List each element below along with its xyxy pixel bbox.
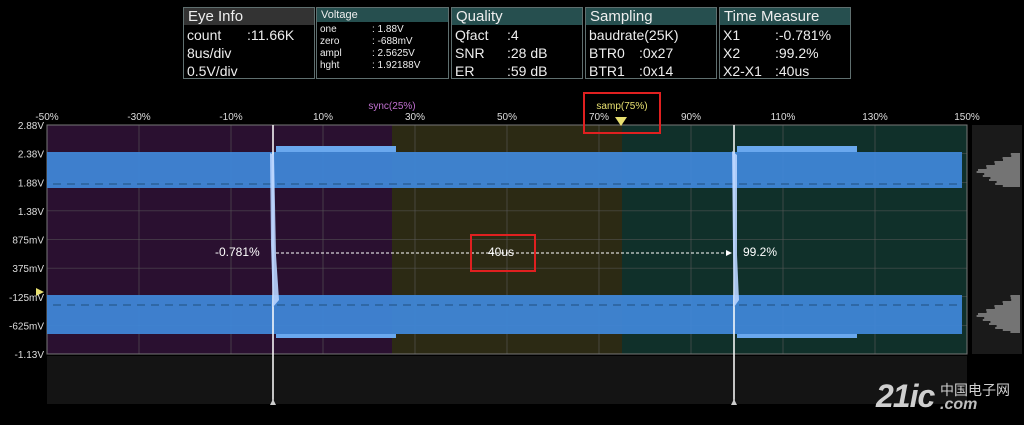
quality-snr-value: :28 dB [507, 45, 548, 61]
quality-qfact-label: Qfact [455, 27, 489, 43]
time-x1-label: X1 [723, 27, 741, 43]
voltage-hght-value: : 1.92188V [372, 60, 421, 71]
voltage-ampl-label: ampl [320, 48, 342, 59]
x-tick-label: 110% [771, 112, 796, 123]
delta-callout-box [470, 234, 536, 272]
y-axis-ticks: 2.88V 2.38V 1.88V 1.38V 875mV 375mV -125mV -625… [9, 121, 44, 361]
lower-strip [47, 356, 967, 404]
sampling-btr0-value: :0x27 [639, 45, 674, 61]
watermark-main: 21ic [876, 378, 935, 414]
quality-er-value: :59 dB [507, 63, 548, 79]
x-tick-label: 50% [497, 112, 517, 123]
quality-er-label: ER [455, 63, 475, 79]
overshoot-edge [737, 146, 857, 152]
y-tick-label: 1.88V [18, 178, 44, 189]
y-tick-label: 2.88V [18, 121, 44, 132]
overshoot-edge [276, 146, 396, 152]
high-level-band [47, 152, 962, 188]
voltage-zero-label: zero [320, 36, 340, 47]
y-tick-label: -625mV [9, 321, 44, 332]
voltage-panel: Voltage one : 1.88V zero : -688mV ampl : 2.… [316, 7, 449, 79]
quality-title: Quality [452, 8, 582, 25]
time-x1-value: :-0.781% [775, 27, 832, 43]
voltage-hght-label: hght [320, 60, 340, 71]
y-tick-label: 375mV [12, 264, 44, 275]
quality-snr-label: SNR [455, 45, 485, 61]
x-tick-label: 130% [862, 112, 888, 123]
eye-info-title: Eye Info [184, 8, 314, 25]
eye-info-panel: Eye Info count :11.66K 8us/div 0.5V/div [183, 7, 315, 79]
sampling-panel: Sampling baudrate(25K) BTR0 :0x27 BTR1 :0x… [585, 7, 717, 79]
voltage-one-label: one [320, 24, 337, 35]
site-watermark-logo: 21ic 中国电子网 .com [876, 378, 1024, 420]
x-axis-ticks: -50% -30% -10% 10% 30% 50% 70% 90% 110% 130% 150% [35, 112, 980, 123]
eye-diagram[interactable]: -50% -30% -10% 10% 30% 50% 70% 90% 110% 130% 150% … [0, 92, 1024, 420]
voltage-one-value: : 1.88V [372, 24, 404, 35]
eye-info-timebase: 8us/div [187, 45, 232, 61]
voltage-ampl-value: : 2.5625V [372, 48, 415, 59]
sampling-btr0-label: BTR0 [589, 45, 625, 61]
low-level-band [47, 295, 962, 334]
time-measure-panel: Time Measure X1 :-0.781% X2 :99.2% X2-X1 :4… [719, 7, 851, 79]
x-tick-label: 10% [313, 112, 333, 123]
time-x2-label: X2 [723, 45, 741, 61]
undershoot-edge [737, 334, 857, 338]
samp-callout-box [583, 92, 661, 134]
y-tick-label: -1.13V [15, 350, 45, 361]
time-measure-title: Time Measure [720, 8, 850, 25]
y-tick-label: 1.38V [18, 207, 44, 218]
time-x2-value: :99.2% [775, 45, 819, 61]
quality-qfact-value: :4 [507, 27, 519, 43]
sync-label: sync(25%) [368, 101, 415, 112]
cursor-x1-readout: -0.781% [215, 245, 260, 259]
eye-info-count-label: count [187, 27, 222, 43]
eye-info-voltscale: 0.5V/div [187, 63, 238, 79]
sampling-title: Sampling [586, 8, 716, 25]
undershoot-edge [276, 334, 396, 338]
watermark-com: .com [940, 396, 978, 413]
sampling-baudrate: baudrate(25K) [589, 27, 679, 43]
cursor-x2-readout: 99.2% [743, 245, 778, 259]
x-tick-label: 30% [405, 112, 425, 123]
time-dx-value: :40us [775, 63, 810, 79]
y-tick-label: 2.38V [18, 150, 44, 161]
x-tick-label: 150% [954, 112, 980, 123]
eye-info-count-value: :11.66K [247, 27, 295, 43]
voltage-zero-value: : -688mV [372, 36, 413, 47]
quality-panel: Quality Qfact :4 SNR :28 dB ER :59 dB [451, 7, 583, 79]
x-tick-label: -10% [219, 112, 242, 123]
voltage-title: Voltage [317, 8, 448, 22]
sampling-btr1-value: :0x14 [639, 63, 674, 79]
x-tick-label: -30% [127, 112, 150, 123]
y-tick-label: 875mV [12, 236, 44, 247]
time-dx-label: X2-X1 [723, 63, 762, 79]
y-tick-label: -125mV [9, 293, 44, 304]
x-tick-label: 90% [681, 112, 701, 123]
sampling-btr1-label: BTR1 [589, 63, 625, 79]
